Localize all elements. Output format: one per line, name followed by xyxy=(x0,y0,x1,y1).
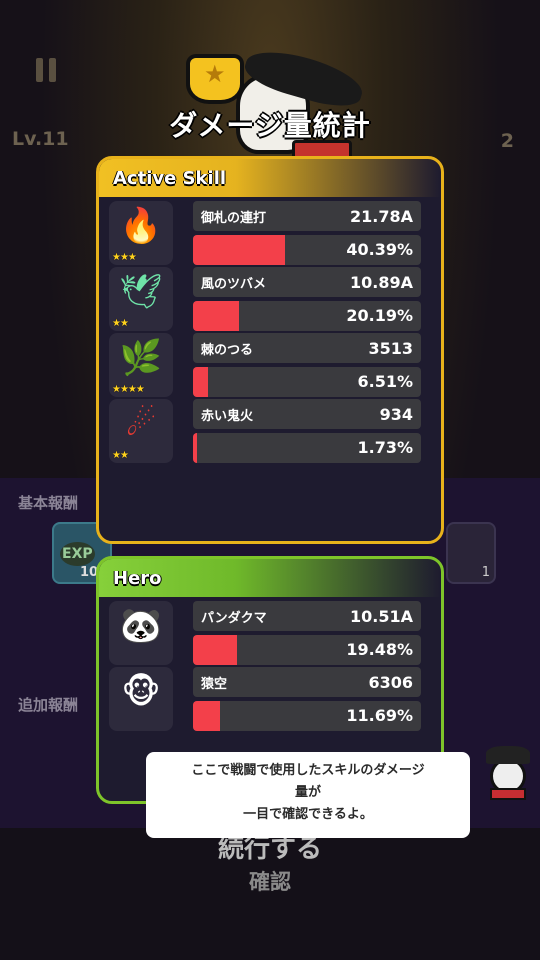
damage-percent-bar: 19.48% xyxy=(193,635,421,665)
skill-name-bar: 棘のつる 3513 xyxy=(193,333,421,363)
damage-percent-text: 20.19% xyxy=(346,306,413,325)
damage-percent-fill xyxy=(193,433,197,463)
damage-percent-fill xyxy=(193,301,240,331)
hero-row: 🐵 猿空 6306 11.69% xyxy=(109,667,429,731)
star-rating: ★★ xyxy=(112,318,129,329)
damage-value: 21.78A xyxy=(350,206,413,226)
damage-percent-text: 19.48% xyxy=(346,640,413,659)
extra-reward-label: 追加報酬 xyxy=(18,696,79,714)
hero-name: 猿空 xyxy=(201,676,228,692)
damage-value: 934 xyxy=(379,404,413,424)
skill-name-bar: 風のツバメ 10.89A xyxy=(193,267,421,297)
tooltip-line-2: 量が xyxy=(294,785,321,800)
damage-percent-text: 1.73% xyxy=(357,438,413,457)
damage-percent-text: 6.51% xyxy=(357,372,413,391)
damage-percent-fill xyxy=(193,635,238,665)
fire-talisman-icon: 🔥 ★★★ xyxy=(109,201,173,265)
guide-tooltip[interactable]: ここで戦闘で使用したスキルのダメージ 量が 一目で確認できるよ。 xyxy=(146,752,470,838)
star-rating: ★★ xyxy=(112,450,129,461)
pause-icon xyxy=(34,58,58,82)
damage-value: 10.89A xyxy=(350,272,413,292)
thorn-vine-icon: 🌿 ★★★★ xyxy=(109,333,173,397)
skill-row: 🕊 ★★ 風のツバメ 10.89A 20.19% xyxy=(109,267,429,331)
damage-percent-bar: 20.19% xyxy=(193,301,421,331)
skill-name-bar: 赤い鬼火 934 xyxy=(193,399,421,429)
skill-name: 赤い鬼火 xyxy=(201,408,254,424)
skill-row: ☄ ★★ 赤い鬼火 934 1.73% xyxy=(109,399,429,463)
reward-slot-count: 1 xyxy=(481,565,490,580)
damage-percent-fill xyxy=(193,367,208,397)
skill-row: 🌿 ★★★★ 棘のつる 3513 6.51% xyxy=(109,333,429,397)
damage-percent-bar: 40.39% xyxy=(193,235,421,265)
reward-slot: 1 xyxy=(446,522,496,584)
damage-percent-fill xyxy=(193,701,220,731)
trophy-icon xyxy=(186,54,244,104)
damage-percent-text: 11.69% xyxy=(346,706,413,725)
damage-value: 10.51A xyxy=(350,606,413,626)
active-skill-panel: Active Skill 🔥 ★★★ 御札の連打 21.78A 40.39% 🕊… xyxy=(96,156,444,544)
damage-value: 6306 xyxy=(368,672,413,692)
damage-percent-bar: 11.69% xyxy=(193,701,421,731)
active-skill-header: Active Skill xyxy=(99,159,441,197)
base-reward-label: 基本報酬 xyxy=(18,494,79,512)
confirm-button[interactable]: 確認 xyxy=(0,866,540,896)
page-title: ダメージ量統計 xyxy=(169,109,371,142)
damage-percent-text: 40.39% xyxy=(346,240,413,259)
monkey-icon: 🐵 xyxy=(109,667,173,731)
hero-name-bar: パンダクマ 10.51A xyxy=(193,601,421,631)
hero-name-bar: 猿空 6306 xyxy=(193,667,421,697)
skill-name-bar: 御札の連打 21.78A xyxy=(193,201,421,231)
hero-row: 🐼 パンダクマ 10.51A 19.48% xyxy=(109,601,429,665)
damage-percent-fill xyxy=(193,235,286,265)
red-wisp-icon: ☄ ★★ xyxy=(109,399,173,463)
wind-swallow-icon: 🕊 ★★ xyxy=(109,267,173,331)
exp-icon: EXP xyxy=(60,542,95,566)
hero-name: パンダクマ xyxy=(201,610,267,626)
star-rating: ★★★★ xyxy=(112,384,145,395)
skill-name: 風のツバメ xyxy=(201,276,267,292)
guide-character-icon xyxy=(486,746,530,802)
damage-value: 3513 xyxy=(368,338,413,358)
star-rating: ★★★ xyxy=(112,252,137,263)
tooltip-line-1: ここで戦闘で使用したスキルのダメージ xyxy=(191,763,425,778)
panda-icon: 🐼 xyxy=(109,601,173,665)
tooltip-line-3: 一目で確認できるよ。 xyxy=(243,807,373,822)
damage-percent-bar: 6.51% xyxy=(193,367,421,397)
skill-row: 🔥 ★★★ 御札の連打 21.78A 40.39% xyxy=(109,201,429,265)
damage-percent-bar: 1.73% xyxy=(193,433,421,463)
skill-name: 棘のつる xyxy=(201,342,254,358)
hero-header: Hero xyxy=(99,559,441,597)
skill-name: 御札の連打 xyxy=(201,210,267,226)
